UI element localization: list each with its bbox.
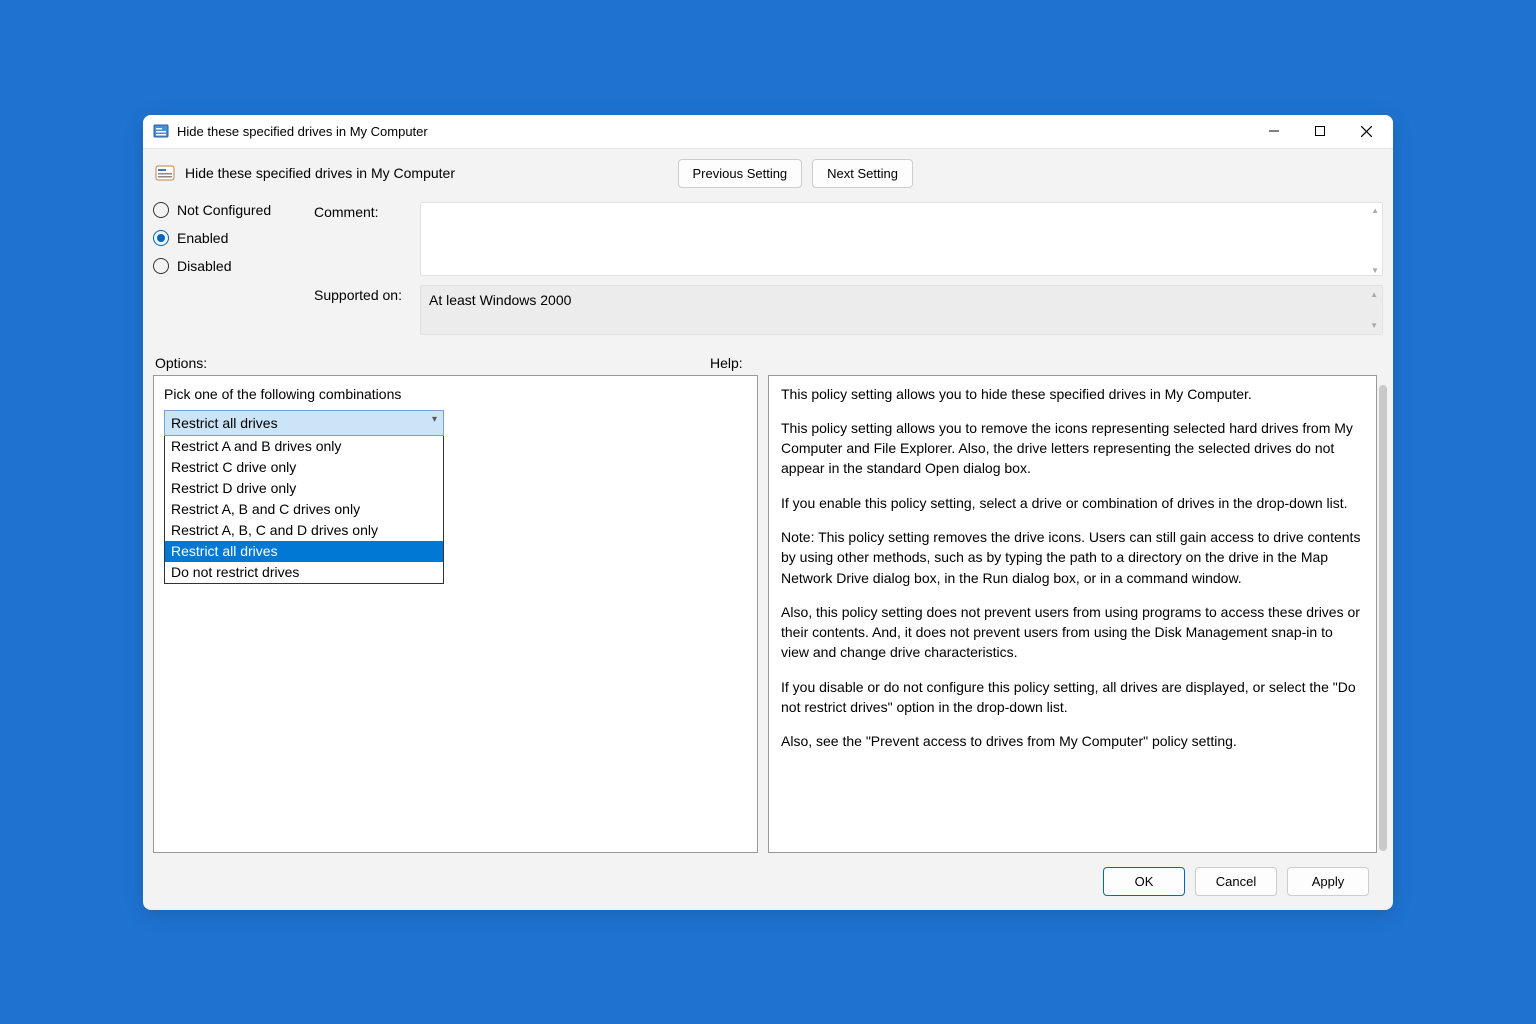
previous-setting-button[interactable]: Previous Setting [678,159,803,188]
state-radio-group: Not Configured Enabled Disabled [153,202,308,279]
apply-button[interactable]: Apply [1287,867,1369,896]
dropdown-item[interactable]: Restrict D drive only [165,478,443,499]
supported-label: Supported on: [314,285,414,335]
header-row: Hide these specified drives in My Comput… [153,155,1383,198]
scroll-up-icon: ▲ [1371,206,1379,215]
dropdown-item[interactable]: Restrict all drives [165,541,443,562]
supported-on-value: At least Windows 2000 [429,292,571,308]
help-paragraph: Also, this policy setting does not preve… [781,602,1364,663]
help-paragraph: Note: This policy setting removes the dr… [781,527,1364,588]
cancel-button[interactable]: Cancel [1195,867,1277,896]
options-section-label: Options: [155,355,710,371]
help-section-label: Help: [710,355,743,371]
supported-on-box: At least Windows 2000 ▲ ▼ [420,285,1383,335]
drive-restriction-dropdown: Restrict A and B drives onlyRestrict C d… [164,436,444,584]
ok-button[interactable]: OK [1103,867,1185,896]
dropdown-item[interactable]: Do not restrict drives [165,562,443,583]
next-setting-button[interactable]: Next Setting [812,159,913,188]
combo-selected-value: Restrict all drives [171,415,278,431]
panels-row: Pick one of the following combinations R… [153,375,1383,853]
radio-label-disabled: Disabled [177,258,231,274]
radio-label-not-configured: Not Configured [177,202,271,218]
policy-dialog-window: Hide these specified drives in My Comput… [143,115,1393,910]
config-grid: Not Configured Enabled Disabled Comment:… [153,198,1383,341]
comment-textarea[interactable] [420,202,1383,276]
titlebar: Hide these specified drives in My Comput… [143,115,1393,149]
scroll-up-icon: ▲ [1370,290,1378,299]
window-title: Hide these specified drives in My Comput… [177,124,1251,139]
drive-restriction-combo[interactable]: Restrict all drives [164,410,444,436]
content-area: Hide these specified drives in My Comput… [143,149,1393,910]
comment-label: Comment: [314,202,414,279]
dropdown-item[interactable]: Restrict A and B drives only [165,436,443,457]
maximize-button[interactable] [1297,115,1343,147]
minimize-button[interactable] [1251,115,1297,147]
policy-icon [155,163,175,183]
help-panel: This policy setting allows you to hide t… [768,375,1377,853]
footer-buttons: OK Cancel Apply [153,853,1383,910]
dropdown-item[interactable]: Restrict A, B and C drives only [165,499,443,520]
dropdown-item[interactable]: Restrict A, B, C and D drives only [165,520,443,541]
section-labels: Options: Help: [153,341,1383,375]
policy-title: Hide these specified drives in My Comput… [185,165,668,181]
scrollbar[interactable] [1379,385,1387,851]
window-controls [1251,115,1389,147]
dropdown-item[interactable]: Restrict C drive only [165,457,443,478]
help-paragraph: This policy setting allows you to remove… [781,418,1364,479]
help-paragraph: Also, see the "Prevent access to drives … [781,731,1364,751]
nav-buttons: Previous Setting Next Setting [678,159,914,188]
help-paragraph: If you enable this policy setting, selec… [781,493,1364,513]
scroll-down-icon: ▼ [1370,321,1378,330]
scroll-down-icon: ▼ [1371,266,1379,275]
policy-app-icon [153,123,169,139]
help-paragraph: This policy setting allows you to hide t… [781,384,1364,404]
radio-not-configured[interactable]: Not Configured [153,202,308,218]
radio-enabled[interactable]: Enabled [153,230,308,246]
options-panel: Pick one of the following combinations R… [153,375,758,853]
radio-disabled[interactable]: Disabled [153,258,308,274]
close-button[interactable] [1343,115,1389,147]
help-paragraph: If you disable or do not configure this … [781,677,1364,718]
radio-label-enabled: Enabled [177,230,228,246]
combo-label: Pick one of the following combinations [164,386,747,402]
